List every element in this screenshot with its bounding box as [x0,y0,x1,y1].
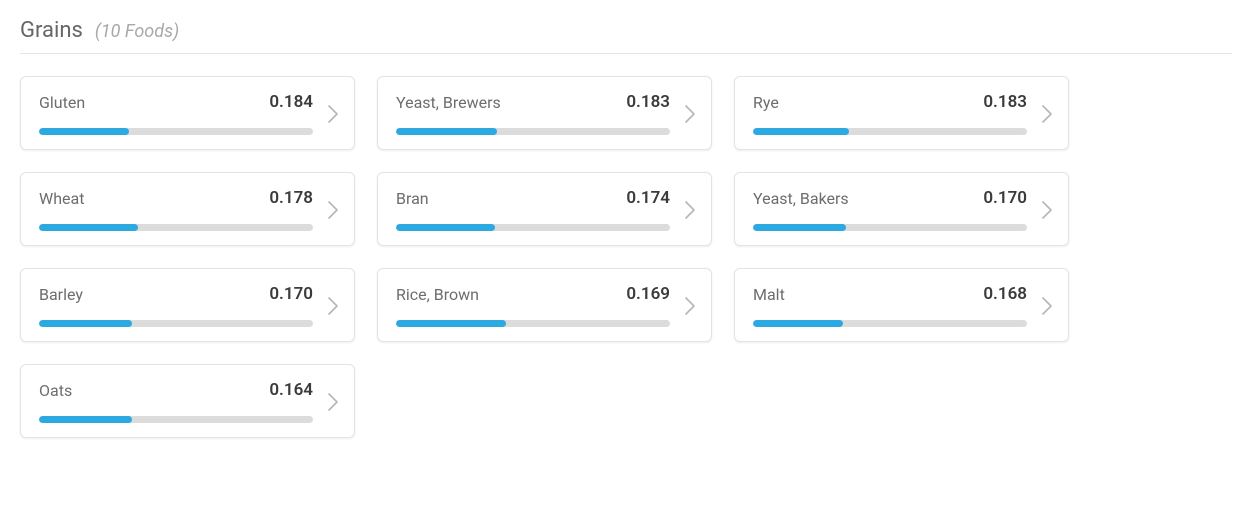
food-card[interactable]: Oats 0.164 [20,364,355,438]
food-card[interactable]: Gluten 0.184 [20,76,355,150]
food-value: 0.183 [626,92,670,112]
food-name: Barley [39,285,83,304]
progress-bar [39,224,313,231]
chevron-right-icon [328,297,338,315]
food-card[interactable]: Bran 0.174 [377,172,712,246]
food-card[interactable]: Barley 0.170 [20,268,355,342]
food-name: Yeast, Bakers [753,189,849,208]
chevron-right-icon [328,393,338,411]
chevron-right-icon [328,105,338,123]
food-value: 0.164 [269,380,313,400]
progress-bar [753,224,1027,231]
food-name: Yeast, Brewers [396,93,501,112]
food-card-top: Oats 0.164 [39,380,313,400]
food-name: Gluten [39,93,85,112]
food-card-top: Wheat 0.178 [39,188,313,208]
food-card-main: Barley 0.170 [39,284,313,327]
chevron-right-icon [1042,201,1052,219]
food-value: 0.170 [269,284,313,304]
food-card-main: Yeast, Brewers 0.183 [396,92,670,135]
food-card[interactable]: Wheat 0.178 [20,172,355,246]
food-card-top: Gluten 0.184 [39,92,313,112]
progress-fill [39,224,138,231]
progress-fill [753,224,846,231]
food-name: Wheat [39,189,84,208]
progress-bar [753,320,1027,327]
progress-bar [39,416,313,423]
food-name: Oats [39,381,72,400]
progress-bar [396,128,670,135]
section-count: (10 Foods) [95,21,179,42]
food-card-top: Malt 0.168 [753,284,1027,304]
food-card-top: Yeast, Brewers 0.183 [396,92,670,112]
progress-fill [753,128,849,135]
food-value: 0.184 [269,92,313,112]
food-value: 0.174 [626,188,670,208]
food-card-main: Yeast, Bakers 0.170 [753,188,1027,231]
food-card-main: Wheat 0.178 [39,188,313,231]
chevron-right-icon [685,105,695,123]
food-card-top: Bran 0.174 [396,188,670,208]
progress-bar [396,224,670,231]
food-name: Malt [753,285,785,304]
food-value: 0.170 [983,188,1027,208]
foods-grid: Gluten 0.184 Yeast, Brewers 0.183 Rye 0.183 Wh… [20,76,1232,438]
progress-bar [39,320,313,327]
food-card-main: Rice, Brown 0.169 [396,284,670,327]
food-card[interactable]: Rye 0.183 [734,76,1069,150]
progress-fill [39,416,132,423]
food-card-main: Gluten 0.184 [39,92,313,135]
progress-fill [753,320,843,327]
chevron-right-icon [1042,297,1052,315]
food-card-top: Yeast, Bakers 0.170 [753,188,1027,208]
food-value: 0.178 [269,188,313,208]
food-card-main: Oats 0.164 [39,380,313,423]
food-value: 0.168 [983,284,1027,304]
food-card-top: Rice, Brown 0.169 [396,284,670,304]
food-card[interactable]: Yeast, Brewers 0.183 [377,76,712,150]
chevron-right-icon [685,297,695,315]
food-card[interactable]: Yeast, Bakers 0.170 [734,172,1069,246]
chevron-right-icon [1042,105,1052,123]
progress-fill [396,320,506,327]
section-title: Grains [20,18,83,43]
food-card-main: Rye 0.183 [753,92,1027,135]
food-card-top: Barley 0.170 [39,284,313,304]
progress-fill [39,128,129,135]
progress-fill [39,320,132,327]
section-header: Grains (10 Foods) [20,18,1232,54]
progress-bar [753,128,1027,135]
food-card-main: Bran 0.174 [396,188,670,231]
food-value: 0.169 [626,284,670,304]
chevron-right-icon [685,201,695,219]
food-value: 0.183 [983,92,1027,112]
food-name: Bran [396,189,429,208]
food-card-top: Rye 0.183 [753,92,1027,112]
food-card[interactable]: Rice, Brown 0.169 [377,268,712,342]
chevron-right-icon [328,201,338,219]
food-name: Rice, Brown [396,285,479,304]
food-name: Rye [753,93,779,112]
food-card[interactable]: Malt 0.168 [734,268,1069,342]
progress-fill [396,128,497,135]
progress-bar [39,128,313,135]
progress-bar [396,320,670,327]
food-card-main: Malt 0.168 [753,284,1027,327]
progress-fill [396,224,495,231]
